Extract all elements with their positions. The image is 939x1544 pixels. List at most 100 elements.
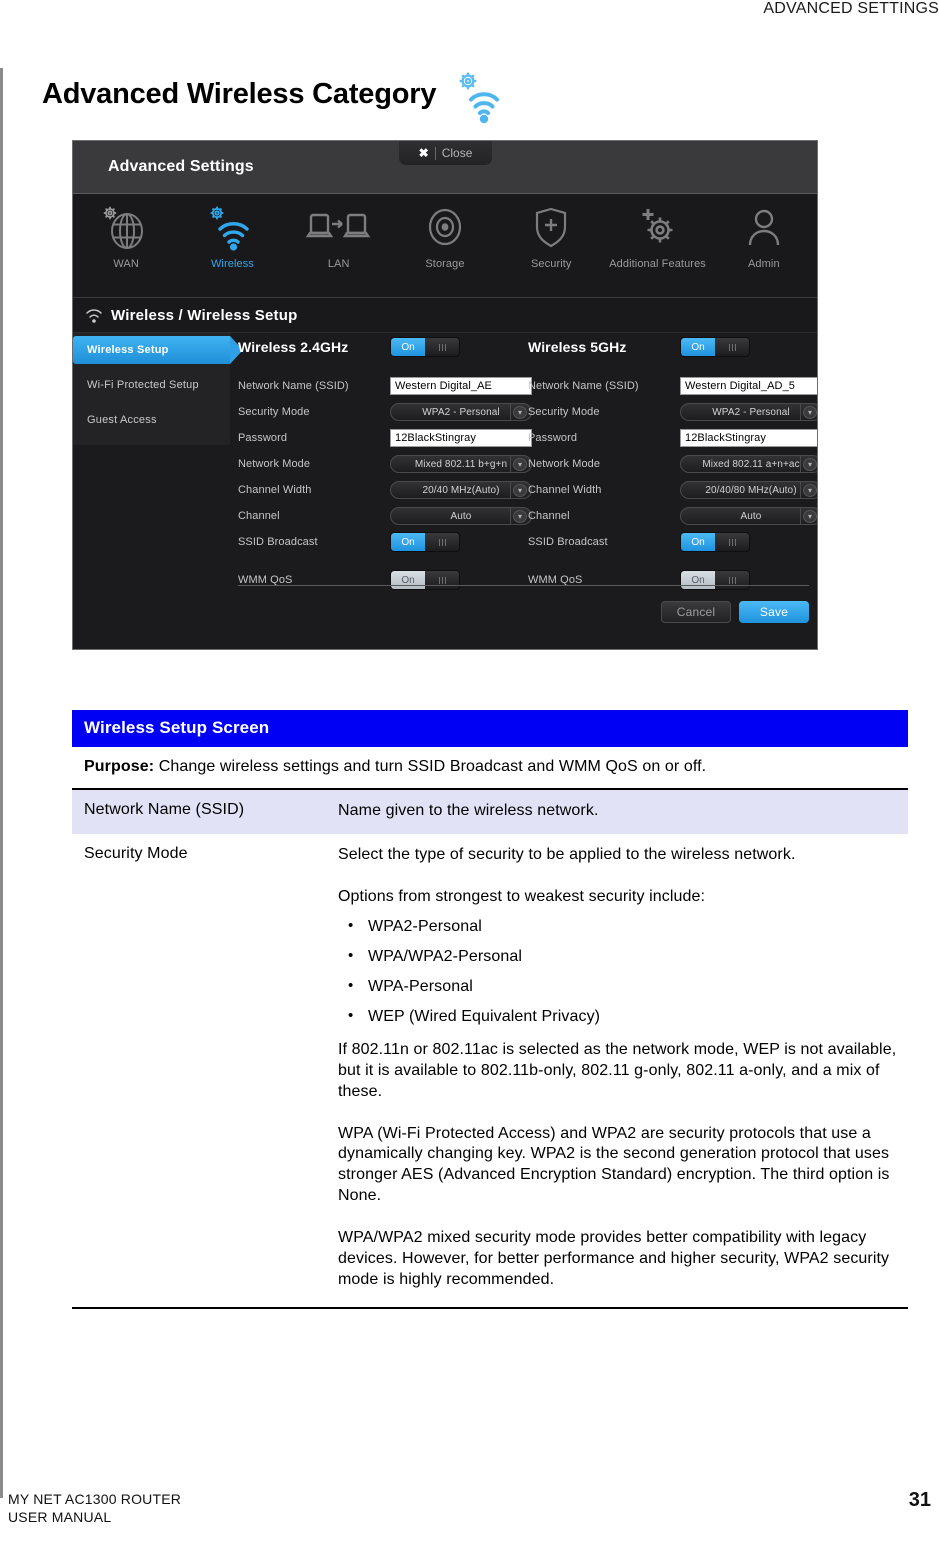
table-purpose-row: Purpose: Change wireless settings and tu… [72,747,908,790]
screenshot-main-nav: WAN Wireless LAN Storage Security Additi… [73,194,817,298]
field-row-ssid-broadcast-5: SSID Broadcast On [528,529,817,555]
chevron-down-icon: ▾ [803,510,817,523]
ssid-input-5[interactable]: Western Digital_AD_5 [680,377,817,395]
close-button[interactable]: ✖ Close [399,141,492,165]
screenshot-sidebar: Wireless Setup Wi-Fi Protected Setup Gue… [73,333,243,445]
ssid-broadcast-toggle-24[interactable]: On [390,532,460,552]
chevron-down-icon: ▾ [513,406,527,419]
toggle-knob [715,533,749,551]
field-label-security-mode-5: Security Mode [528,406,600,418]
field-row-channel-24: Channel Auto ▾ [238,503,568,529]
network-mode-select-5[interactable]: Mixed 802.11 a+n+ac ▾ [680,455,817,473]
radio-5ghz-toggle[interactable]: On [680,337,750,357]
panel-24ghz-header: Wireless 2.4GHz On [238,333,568,361]
panel-wireless-24ghz: Wireless 2.4GHz On Network Name (SSID) W… [238,333,568,593]
field-label-password-24: Password [238,432,288,444]
toggle-knob [715,338,749,356]
toggle-on-label: On [681,338,715,356]
channel-value-24: Auto [450,510,472,522]
security-mode-select-5[interactable]: WPA2 - Personal ▾ [680,403,817,421]
nav-item-additional-features[interactable]: Additional Features [604,202,710,270]
running-head: ADVANCED SETTINGS [763,0,939,17]
toggle-knob [425,571,459,589]
nav-item-storage[interactable]: Storage [392,202,498,270]
field-label-channel-width-24: Channel Width [238,484,312,496]
field-row-ssid-5: Network Name (SSID) Western Digital_AD_5 [528,373,817,399]
sidebar-item-label: Guest Access [87,414,157,426]
nav-item-wireless[interactable]: Wireless [179,202,285,270]
channel-select-5[interactable]: Auto ▾ [680,507,817,525]
channel-width-select-24[interactable]: 20/40 MHz(Auto) ▾ [390,481,532,499]
security-mode-value-24: WPA2 - Personal [422,406,500,418]
close-x-icon: ✖ [418,146,429,160]
ssid-input-24[interactable]: Western Digital_AE [390,377,532,395]
wmm-qos-toggle-24[interactable]: On [390,570,460,590]
breadcrumb-text: Wireless / Wireless Setup [111,306,298,324]
password-input-5[interactable]: 12BlackStingray [680,429,817,447]
screenshot-title: Advanced Settings [108,158,254,175]
network-mode-value-24: Mixed 802.11 b+g+n [414,458,508,470]
nav-item-security[interactable]: Security [498,202,604,270]
chevron-down-icon: ▾ [513,484,527,497]
nav-label-lan: LAN [327,258,350,270]
nav-item-wan[interactable]: WAN [73,202,179,270]
sidebar-item-wireless-setup[interactable]: Wireless Setup [73,336,243,364]
field-row-security-mode-24: Security Mode WPA2 - Personal ▾ [238,399,568,425]
nav-item-lan[interactable]: LAN [286,202,392,270]
field-row-password-5: Password 12BlackStingray [528,425,817,451]
form-divider [238,585,809,586]
nav-label-additional-features: Additional Features [609,258,706,270]
page-title-row: Advanced Wireless Category [42,72,512,124]
field-label-ssid-broadcast-5: SSID Broadcast [528,536,608,548]
network-mode-select-24[interactable]: Mixed 802.11 b+g+n ▾ [390,455,532,473]
select-separator [800,482,801,498]
field-label-password-5: Password [528,432,578,444]
globe-gear-icon [96,202,156,254]
table-row: Security Mode Select the type of securit… [72,834,908,1303]
select-separator [510,456,511,472]
field-row-network-mode-5: Network Mode Mixed 802.11 a+n+ac ▾ [528,451,817,477]
footer-line-2: USER MANUAL [8,1508,112,1525]
sidebar-item-label: Wireless Setup [87,344,169,356]
page-title: Advanced Wireless Category [42,78,437,110]
radio-24ghz-toggle[interactable]: On [390,337,460,357]
cancel-button[interactable]: Cancel [661,601,731,623]
list-item: WPA/WPA2-Personal [348,946,898,968]
save-button[interactable]: Save [739,601,809,623]
ssid-broadcast-toggle-5[interactable]: On [680,532,750,552]
toggle-on-label: On [681,533,715,551]
channel-width-select-5[interactable]: 20/40/80 MHz(Auto) ▾ [680,481,817,499]
screenshot-body: Wireless Setup Wi-Fi Protected Setup Gue… [73,333,817,649]
toggle-on-label: On [391,533,425,551]
panel-wireless-5ghz: Wireless 5GHz On Network Name (SSID) Wes… [528,333,817,593]
channel-select-24[interactable]: Auto ▾ [390,507,532,525]
security-mode-select-24[interactable]: WPA2 - Personal ▾ [390,403,532,421]
table-definition: Name given to the wireless network. [338,790,908,834]
wifi-small-icon [83,306,105,324]
toggle-knob [715,571,749,589]
list-item: WPA-Personal [348,976,898,998]
field-label-security-mode-24: Security Mode [238,406,310,418]
sidebar-item-guest-access[interactable]: Guest Access [73,406,230,434]
sidebar-item-wifi-protected-setup[interactable]: Wi-Fi Protected Setup [73,371,230,399]
table-bottom-rule [72,1307,908,1310]
definition-paragraph: If 802.11n or 802.11ac is selected as th… [338,1040,897,1100]
field-label-ssid-broadcast-24: SSID Broadcast [238,536,318,548]
select-separator [800,456,801,472]
field-row-password-24: Password 12BlackStingray [238,425,568,451]
chevron-down-icon: ▾ [513,458,527,471]
person-icon [734,202,794,254]
security-options-list: WPA2-Personal WPA/WPA2-Personal WPA-Pers… [338,916,898,1028]
definition-paragraph: WPA (Wi-Fi Protected Access) and WPA2 ar… [338,1124,890,1205]
wifi-gear-icon [202,202,262,254]
panel-5ghz-header: Wireless 5GHz On [528,333,817,361]
disk-platter-icon [415,202,475,254]
nav-label-wan: WAN [113,258,139,270]
nav-item-admin[interactable]: Admin [711,202,817,270]
router-ui-screenshot: Advanced Settings ✖ Close WAN Wireless L… [72,140,818,650]
wmm-qos-toggle-5[interactable]: On [680,570,750,590]
password-input-24[interactable]: 12BlackStingray [390,429,532,447]
table-row: Network Name (SSID) Name given to the wi… [72,790,908,834]
page-footer: MY NET AC1300 ROUTER USER MANUAL [8,1490,181,1526]
field-label-network-mode-5: Network Mode [528,458,601,470]
